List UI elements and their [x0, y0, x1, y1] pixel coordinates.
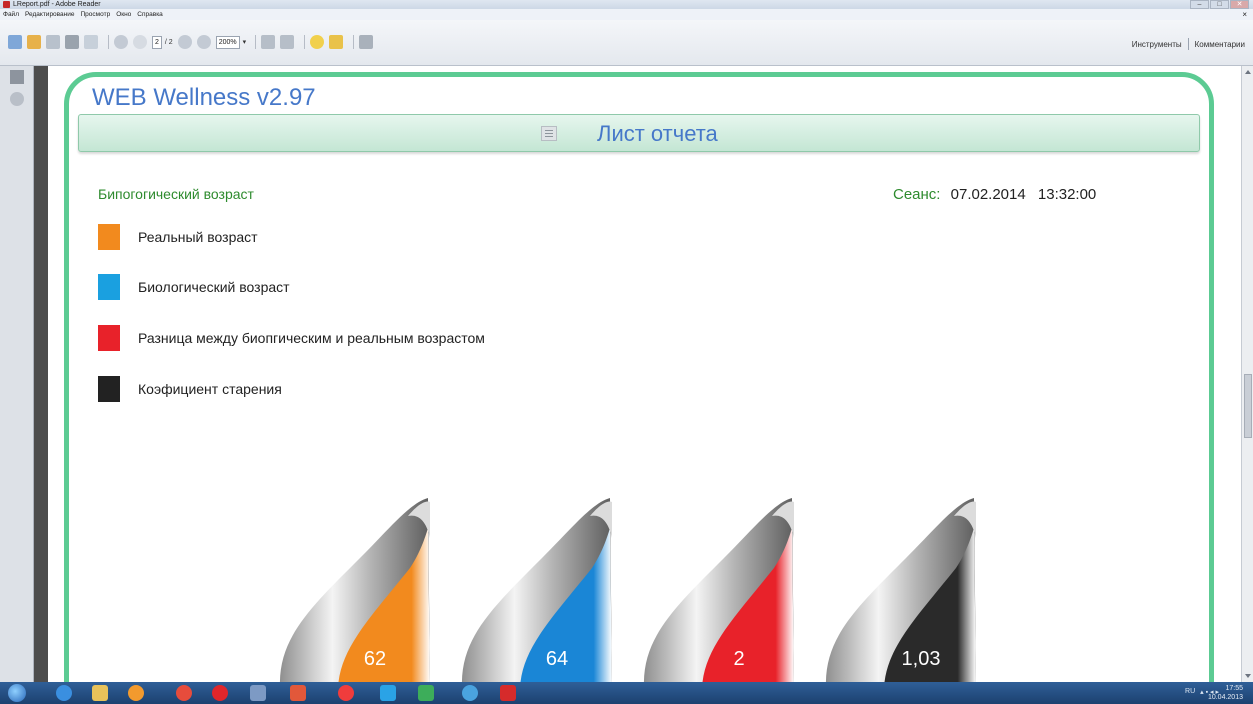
menu-window[interactable]: Окно [116, 9, 131, 20]
network-icon[interactable] [462, 685, 478, 701]
legend-label: Коэфициент старения [138, 381, 282, 397]
toolbar-separator [304, 35, 306, 49]
toolbar-separator [255, 35, 257, 49]
start-button[interactable] [8, 684, 26, 702]
adobe-reader-icon [3, 1, 10, 8]
chevron-down-icon[interactable]: ▾ [243, 38, 247, 46]
legend-label: Биологический возраст [138, 279, 290, 295]
language-indicator[interactable]: RU [1185, 688, 1195, 696]
skype-icon[interactable] [380, 685, 396, 701]
print-icon[interactable] [65, 35, 79, 49]
email-icon[interactable] [84, 35, 98, 49]
page-total: / 2 [164, 38, 173, 46]
document-gutter [34, 66, 48, 682]
minimize-button[interactable]: – [1190, 0, 1209, 9]
toolbar-separator [1187, 38, 1189, 50]
section-title: Бипогогический возраст [98, 186, 254, 202]
maximize-button[interactable]: □ [1210, 0, 1229, 9]
highlight-icon[interactable] [329, 35, 344, 49]
session-label: Сеанс: [893, 186, 941, 203]
gauge-bio-age: 64 [452, 498, 622, 682]
legend-swatch [98, 376, 120, 402]
window-titlebar: LReport.pdf - Adobe Reader – □ ✕ [0, 0, 1253, 9]
menu-bar: Файл Редактирование Просмотр Окно Справк… [0, 9, 1253, 20]
clock[interactable]: 17:55 10.04.2013 [1208, 684, 1243, 702]
toolbar-right-group: Инструменты Комментарии [1132, 38, 1245, 50]
adobe-reader-task-icon[interactable] [500, 685, 516, 701]
fit-page-icon[interactable] [280, 35, 295, 49]
expand-icon[interactable] [359, 35, 374, 49]
pages-panel-icon[interactable] [10, 70, 24, 84]
document-page: WEB Wellness v2.97 Лист отчета Бипогогич… [48, 66, 1241, 682]
gauge-aging-coefficient: 1,03 [816, 498, 986, 682]
menu-file[interactable]: Файл [3, 9, 19, 20]
report-banner: Лист отчета [78, 114, 1200, 152]
app-icon[interactable] [250, 685, 266, 701]
prev-page-icon[interactable] [114, 35, 128, 49]
session-time: 13:32:00 [1037, 186, 1097, 203]
report-title: Лист отчета [597, 121, 718, 146]
gauge-value: 1,03 [901, 648, 941, 670]
close-button[interactable]: ✕ [1230, 0, 1249, 9]
clock-time: 17:55 [1225, 685, 1243, 692]
zoom-in-icon[interactable] [196, 35, 211, 49]
fit-width-icon[interactable] [261, 35, 276, 49]
opera-icon[interactable] [212, 685, 228, 701]
session-date: 07.02.2014 [950, 186, 1026, 203]
vertical-scrollbar[interactable] [1241, 66, 1253, 682]
legend-swatch [98, 325, 120, 351]
media-player-icon[interactable] [128, 685, 144, 701]
comments-button[interactable]: Комментарии [1195, 40, 1245, 49]
legend-swatch [98, 274, 120, 300]
chrome-icon[interactable] [176, 685, 192, 701]
legend-item-difference: Разница между биопгическим и реальным во… [98, 325, 485, 351]
legend-item-bio-age: Биологический возраст [98, 274, 290, 300]
scroll-up-icon[interactable] [1245, 70, 1251, 74]
create-pdf-icon[interactable] [8, 35, 22, 49]
legend-swatch [98, 224, 120, 250]
toolbar-left-group: 2 / 2 200% ▾ [8, 34, 378, 50]
taskbar: RU ▴ ▪ ◂ ▸ 17:55 10.04.2013 [0, 682, 1253, 704]
scrollbar-thumb[interactable] [1244, 374, 1252, 438]
session-info: Сеанс: 07.02.2014 13:32:00 [893, 186, 1096, 203]
next-page-icon[interactable] [133, 35, 147, 49]
report-sheet-icon [541, 126, 557, 141]
gauge-real-age: 62 [270, 498, 440, 682]
scroll-down-icon[interactable] [1245, 674, 1251, 678]
toolbar-separator [353, 35, 355, 49]
menu-view[interactable]: Просмотр [81, 9, 111, 20]
window-title: LReport.pdf - Adobe Reader [13, 1, 101, 8]
gauge-value: 2 [733, 648, 745, 670]
legend-item-aging-coefficient: Коэфициент старения [98, 376, 282, 402]
gauge-value: 62 [363, 648, 387, 670]
legend-label: Реальный возраст [138, 229, 258, 245]
save-icon[interactable] [46, 35, 60, 49]
open-icon[interactable] [27, 35, 41, 49]
zoom-out-icon[interactable] [177, 35, 192, 49]
menu-edit[interactable]: Редактирование [25, 9, 75, 20]
legend-label: Разница между биопгическим и реальным во… [138, 330, 485, 346]
clock-date: 10.04.2013 [1207, 694, 1243, 701]
legend-item-real-age: Реальный возраст [98, 224, 258, 250]
page-number-input[interactable]: 2 [152, 35, 162, 49]
zoom-level-select[interactable]: 200% [215, 35, 240, 49]
navigation-pane [0, 66, 34, 682]
ie-icon[interactable] [56, 685, 72, 701]
app-title: WEB Wellness v2.97 [92, 84, 316, 111]
yandex-browser-icon[interactable] [338, 685, 354, 701]
close-document-button[interactable]: × [1242, 9, 1247, 20]
yandex-icon[interactable] [290, 685, 306, 701]
tools-button[interactable]: Инструменты [1132, 40, 1182, 49]
gauge-value: 64 [545, 648, 569, 670]
gauge-difference: 2 [634, 498, 804, 682]
comment-icon[interactable] [310, 35, 325, 49]
stats-icon[interactable] [418, 685, 434, 701]
toolbar-separator [108, 35, 109, 49]
explorer-icon[interactable] [92, 685, 108, 701]
menu-help[interactable]: Справка [137, 9, 163, 20]
toolbar: 2 / 2 200% ▾ Инструменты Комментарии [0, 20, 1253, 66]
window-controls: – □ ✕ [1190, 0, 1249, 9]
attachments-icon[interactable] [10, 92, 24, 106]
